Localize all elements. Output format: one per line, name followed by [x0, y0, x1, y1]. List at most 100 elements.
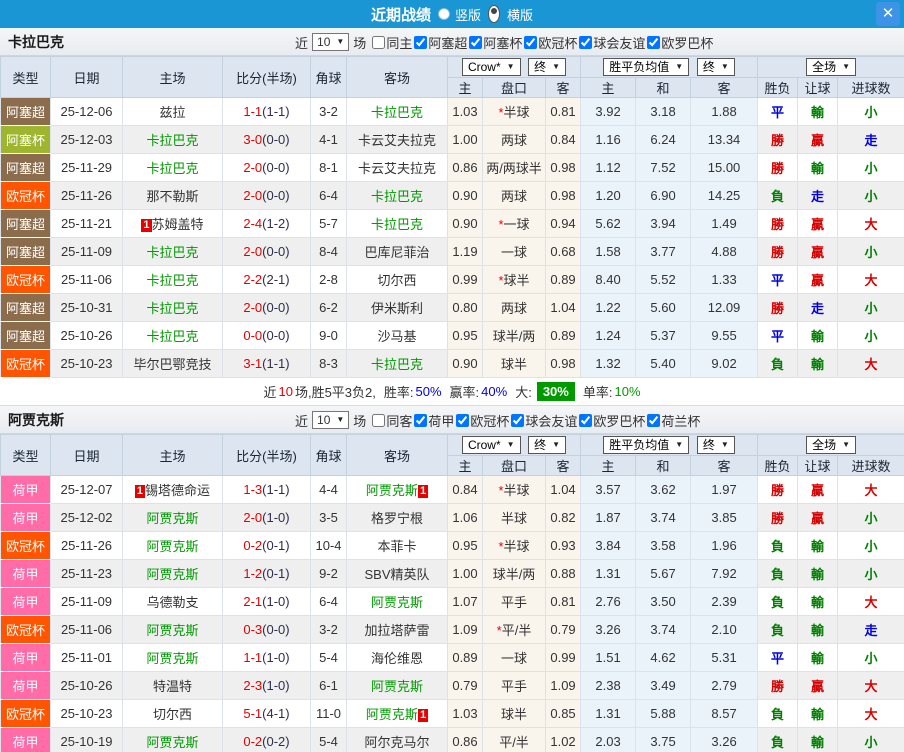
winloss-result: 負 — [757, 699, 799, 728]
match-row: 荷甲 25-11-09 乌德勒支 2-1(1-0) 6-4 阿贾克斯 1.07 平手 0.81 2… — [0, 587, 904, 616]
games-count-select[interactable]: 10 ▼ — [312, 411, 350, 429]
chevron-down-icon: ▼ — [675, 440, 684, 449]
league-checkbox[interactable] — [579, 35, 593, 49]
winloss-result: 負 — [757, 531, 799, 560]
home-team: 乌德勒支 — [122, 587, 223, 616]
league-filter: 荷甲 — [414, 411, 454, 430]
handicap-line: *球半 — [482, 265, 546, 294]
corner-score: 10-4 — [310, 531, 347, 560]
same-away-checkbox[interactable] — [372, 413, 386, 427]
league-checkbox[interactable] — [647, 35, 661, 49]
col-avg-away: 客 — [690, 455, 759, 476]
odds-away: 0.88 — [544, 559, 582, 588]
avg-draw: 3.94 — [635, 209, 692, 238]
chevron-down-icon: ▼ — [336, 37, 345, 46]
goals-result: 小 — [837, 503, 904, 532]
corner-score: 5-7 — [310, 209, 347, 238]
home-team: 阿贾克斯 — [122, 559, 223, 588]
goals-result: 走 — [837, 615, 904, 644]
away-team: 切尔西 — [346, 265, 448, 294]
match-row: 欧冠杯 25-10-23 毕尔巴鄂竞技 3-1(1-1) 8-3 卡拉巴克 0.90 球半 0.… — [0, 349, 904, 378]
league-badge: 欧冠杯 — [0, 349, 51, 378]
avg-draw: 5.52 — [635, 265, 692, 294]
vertical-layout-radio[interactable] — [437, 8, 450, 20]
league-filter: 荷兰杯 — [647, 411, 700, 430]
match-row: 荷甲 25-12-07 1 锡塔德命运 1-3(1-1) 4-4 阿贾克斯 1 0.84 *半球 1… — [0, 475, 904, 504]
corner-score: 5-4 — [310, 727, 347, 752]
avg-draw: 3.50 — [635, 587, 692, 616]
odds-away: 0.89 — [544, 321, 582, 350]
home-team: 那不勒斯 — [122, 181, 223, 210]
winloss-result: 勝 — [757, 293, 799, 322]
avg-draw: 3.62 — [635, 475, 692, 504]
league-checkbox[interactable] — [414, 35, 428, 49]
match-date: 25-12-06 — [50, 97, 123, 126]
match-score: 2-4(1-2) — [222, 209, 311, 238]
avg-home: 1.51 — [580, 643, 637, 672]
league-checkbox[interactable] — [414, 413, 428, 427]
match-score: 2-1(1-0) — [222, 587, 311, 616]
vertical-layout-label: 竖版 — [454, 7, 481, 23]
odds-group: Crow* ▼ 终 ▼ — [446, 56, 582, 78]
avg-home: 1.32 — [580, 349, 637, 378]
avg-draw: 3.74 — [635, 503, 692, 532]
match-row: 荷甲 25-10-19 阿贾克斯 0-2(0-2) 5-4 阿尔克马尔 0.86 平/半 1.0… — [0, 727, 904, 752]
avg-away: 3.85 — [690, 503, 759, 532]
close-icon[interactable]: ✕ — [876, 2, 900, 26]
bookmaker-select[interactable]: Crow* ▼ — [461, 436, 521, 454]
match-date: 25-11-06 — [50, 265, 123, 294]
avg-time-select[interactable]: 终 ▼ — [696, 58, 735, 76]
handicap-result: 走 — [797, 181, 839, 210]
odds-time-select[interactable]: 终 ▼ — [528, 436, 567, 454]
away-team: 阿贾克斯 1 — [346, 699, 448, 728]
winloss-result: 負 — [757, 587, 799, 616]
league-badge: 阿塞超 — [0, 321, 51, 350]
games-count-select[interactable]: 10 ▼ — [312, 33, 350, 51]
col-type: 类型 — [0, 56, 51, 98]
avg-time-select[interactable]: 终 ▼ — [696, 436, 735, 454]
corner-score: 11-0 — [310, 699, 347, 728]
league-checkbox[interactable] — [647, 413, 661, 427]
goals-result: 小 — [837, 321, 904, 350]
winloss-result: 負 — [757, 615, 799, 644]
avg-select[interactable]: 胜平负均值 ▼ — [603, 436, 690, 454]
league-checkbox[interactable] — [524, 35, 538, 49]
winloss-result: 負 — [757, 727, 799, 752]
match-score: 1-3(1-1) — [222, 475, 311, 504]
league-label: 阿塞杯 — [483, 35, 523, 51]
odds-time-select[interactable]: 终 ▼ — [528, 58, 567, 76]
odds-away: 1.02 — [544, 727, 582, 752]
league-checkbox[interactable] — [469, 35, 483, 49]
same-home-checkbox[interactable] — [372, 35, 386, 49]
winloss-result: 平 — [757, 321, 799, 350]
fulltime-select[interactable]: 全场 ▼ — [806, 58, 856, 76]
col-avg-home: 主 — [580, 77, 637, 98]
goals-result: 小 — [837, 531, 904, 560]
avg-select[interactable]: 胜平负均值 ▼ — [603, 58, 690, 76]
avg-home: 5.62 — [580, 209, 637, 238]
handicap-result: 輸 — [797, 699, 839, 728]
handicap-result: 輸 — [797, 97, 839, 126]
league-checkbox[interactable] — [511, 413, 525, 427]
away-team: 格罗宁根 — [346, 503, 448, 532]
col-handicap-result: 让球 — [797, 455, 839, 476]
match-row: 阿塞超 25-10-26 卡拉巴克 0-0(0-0) 9-0 沙马基 0.95 球半/两 0.8… — [0, 321, 904, 350]
away-team: SBV精英队 — [346, 559, 448, 588]
odds-home: 0.90 — [447, 349, 483, 378]
match-score: 2-0(0-0) — [222, 293, 311, 322]
handicap-result: 贏 — [797, 671, 839, 700]
fulltime-select[interactable]: 全场 ▼ — [806, 436, 856, 454]
league-checkbox[interactable] — [579, 413, 593, 427]
avg-away: 2.10 — [690, 615, 759, 644]
match-score: 0-2(0-2) — [222, 727, 311, 752]
match-row: 荷甲 25-12-02 阿贾克斯 2-0(1-0) 3-5 格罗宁根 1.06 半球 0.82 1… — [0, 503, 904, 532]
odds-home: 1.09 — [447, 615, 483, 644]
games-label: 场 — [353, 35, 367, 51]
handicap-line: 平手 — [482, 587, 546, 616]
handicap-line: 一球 — [482, 643, 546, 672]
bookmaker-select[interactable]: Crow* ▼ — [461, 58, 521, 76]
horizontal-layout-radio[interactable] — [488, 5, 500, 23]
league-checkbox[interactable] — [456, 413, 470, 427]
red-card-badge: 1 — [417, 709, 429, 722]
goals-result: 小 — [837, 293, 904, 322]
